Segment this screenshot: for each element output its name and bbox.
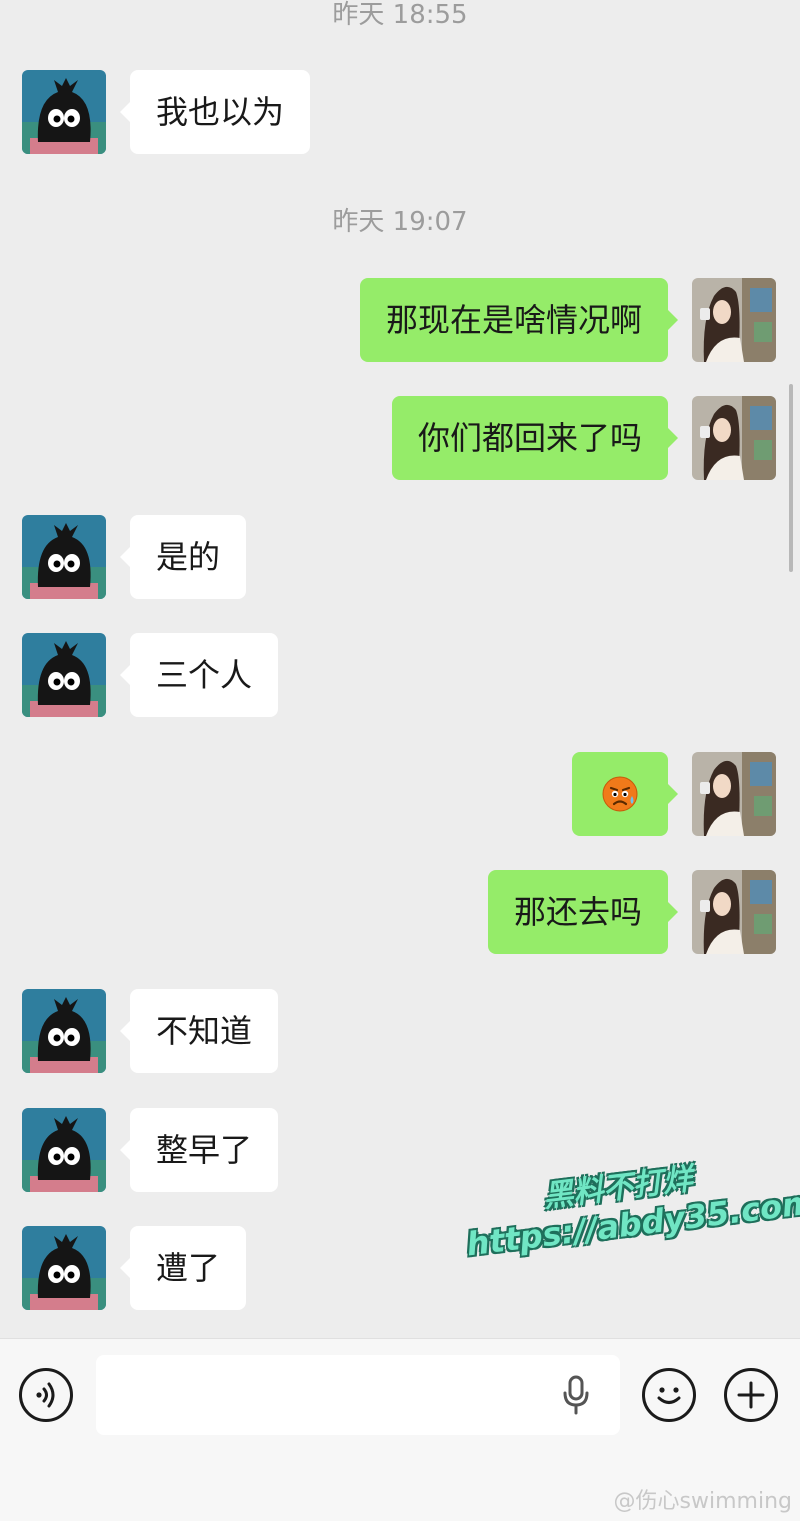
message-row: 你们都回来了吗 — [0, 396, 800, 480]
message-bubble-received[interactable]: 三个人 — [119, 633, 279, 717]
plus-icon — [737, 1381, 765, 1409]
message-row: 我也以为 — [0, 70, 800, 154]
self-avatar[interactable] — [692, 396, 776, 480]
message-bubble-received[interactable]: 我也以为 — [119, 70, 311, 154]
message-bubble-sent[interactable] — [572, 752, 678, 836]
message-row: 三个人 — [0, 633, 800, 717]
message-row: 那现在是啥情况啊 — [0, 278, 800, 362]
message-row: 整早了 — [0, 1108, 800, 1192]
voice-button[interactable] — [19, 1368, 73, 1422]
more-button[interactable] — [724, 1368, 778, 1422]
message-bubble-sent[interactable]: 你们都回来了吗 — [391, 396, 679, 480]
message-bubble-received[interactable]: 遭了 — [119, 1226, 247, 1310]
message-row: 遭了 — [0, 1226, 800, 1310]
message-row: 是的 — [0, 515, 800, 599]
contact-avatar[interactable] — [22, 515, 106, 599]
voice-icon — [36, 1382, 55, 1408]
timestamp: 昨天 18:55 — [332, 0, 468, 30]
message-row — [0, 752, 800, 836]
contact-avatar[interactable] — [22, 70, 106, 154]
chat-area[interactable]: 昨天 18:55 我也以为 昨天 19:07 那现在是啥情况啊 你们都回来了吗 … — [0, 0, 800, 1338]
timestamp: 昨天 19:07 — [332, 207, 468, 237]
contact-avatar[interactable] — [22, 989, 106, 1073]
message-row: 不知道 — [0, 989, 800, 1073]
input-bar: @伤心swimming — [0, 1338, 800, 1521]
credit-watermark: @伤心swimming — [613, 1489, 792, 1514]
microphone-icon[interactable] — [562, 1375, 590, 1415]
emoji-button[interactable] — [642, 1368, 696, 1422]
message-bubble-sent[interactable]: 那现在是啥情况啊 — [359, 278, 679, 362]
message-bubble-sent[interactable]: 那还去吗 — [487, 870, 679, 954]
self-avatar[interactable] — [692, 278, 776, 362]
contact-avatar[interactable] — [22, 1226, 106, 1310]
sad-sweat-face-emoji-icon — [602, 776, 638, 812]
self-avatar[interactable] — [692, 752, 776, 836]
message-bubble-received[interactable]: 整早了 — [119, 1108, 279, 1192]
message-row: 那还去吗 — [0, 870, 800, 954]
message-bubble-received[interactable]: 不知道 — [119, 989, 279, 1073]
contact-avatar[interactable] — [22, 633, 106, 717]
emoji-icon — [657, 1387, 681, 1404]
contact-avatar[interactable] — [22, 1108, 106, 1192]
message-input[interactable] — [96, 1355, 620, 1435]
self-avatar[interactable] — [692, 870, 776, 954]
message-bubble-received[interactable]: 是的 — [119, 515, 247, 599]
scrollbar[interactable] — [789, 384, 793, 572]
